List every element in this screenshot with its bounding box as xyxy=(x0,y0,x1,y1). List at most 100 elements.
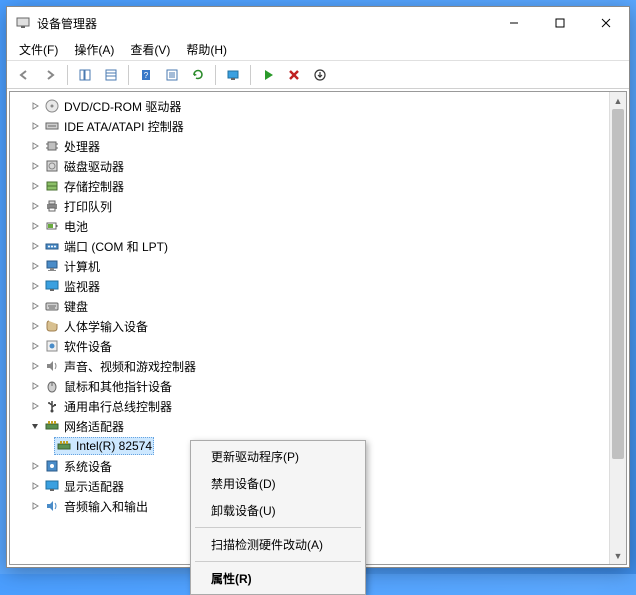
chevron-right-icon[interactable] xyxy=(28,199,42,213)
minimize-button[interactable] xyxy=(491,7,537,39)
chevron-right-icon[interactable] xyxy=(28,259,42,273)
update-button[interactable] xyxy=(308,63,332,87)
tree-item-label: 键盘 xyxy=(64,298,88,315)
tree-item-label: 计算机 xyxy=(64,258,100,275)
chevron-right-icon[interactable] xyxy=(28,319,42,333)
chevron-right-icon[interactable] xyxy=(28,159,42,173)
chevron-right-icon[interactable] xyxy=(28,399,42,413)
scroll-up-button[interactable]: ▲ xyxy=(610,92,626,109)
chevron-right-icon[interactable] xyxy=(28,99,42,113)
tree-item-label: Intel(R) 82574 xyxy=(76,439,152,453)
system-icon xyxy=(44,458,60,474)
tree-item[interactable]: 监视器 xyxy=(10,276,626,296)
menu-action[interactable]: 操作(A) xyxy=(66,39,122,60)
context-menu: 更新驱动程序(P) 禁用设备(D) 卸载设备(U) 扫描检测硬件改动(A) 属性… xyxy=(190,440,366,595)
forward-button[interactable] xyxy=(38,63,62,87)
tree-item[interactable]: IDE ATA/ATAPI 控制器 xyxy=(10,116,626,136)
tree-item[interactable]: 鼠标和其他指针设备 xyxy=(10,376,626,396)
chevron-right-icon[interactable] xyxy=(28,459,42,473)
tree-item[interactable]: DVD/CD-ROM 驱动器 xyxy=(10,96,626,116)
chevron-right-icon[interactable] xyxy=(28,239,42,253)
tree-item[interactable]: 声音、视频和游戏控制器 xyxy=(10,356,626,376)
storage-icon xyxy=(44,178,60,194)
tree-item[interactable]: 端口 (COM 和 LPT) xyxy=(10,236,626,256)
sound-icon xyxy=(44,358,60,374)
refresh-button[interactable] xyxy=(186,63,210,87)
chevron-right-icon[interactable] xyxy=(28,379,42,393)
uninstall-button[interactable] xyxy=(282,63,306,87)
toolbar-separator xyxy=(67,65,68,85)
svg-text:?: ? xyxy=(144,71,149,80)
show-hide-tree-button[interactable] xyxy=(73,63,97,87)
nic-icon xyxy=(56,438,72,454)
tree-item[interactable]: 通用串行总线控制器 xyxy=(10,396,626,416)
cm-properties[interactable]: 属性(R) xyxy=(193,565,363,592)
cm-uninstall-device[interactable]: 卸载设备(U) xyxy=(193,497,363,524)
tree-item-label: 存储控制器 xyxy=(64,178,124,195)
tree-item-label: 系统设备 xyxy=(64,458,112,475)
ide-icon xyxy=(44,118,60,134)
scroll-down-button[interactable]: ▼ xyxy=(610,547,626,564)
cm-separator xyxy=(195,527,361,528)
tree-item-label: IDE ATA/ATAPI 控制器 xyxy=(64,118,184,135)
cm-update-driver[interactable]: 更新驱动程序(P) xyxy=(193,443,363,470)
tree-item-label: 显示适配器 xyxy=(64,478,124,495)
disk-icon xyxy=(44,158,60,174)
chevron-right-icon[interactable] xyxy=(28,179,42,193)
cm-scan-hardware[interactable]: 扫描检测硬件改动(A) xyxy=(193,531,363,558)
tree-item[interactable]: 存储控制器 xyxy=(10,176,626,196)
tree-item-label: 网络适配器 xyxy=(64,418,124,435)
help-button[interactable]: ? xyxy=(134,63,158,87)
tree-item[interactable]: 网络适配器 xyxy=(10,416,626,436)
menu-view[interactable]: 查看(V) xyxy=(122,39,178,60)
chevron-right-icon[interactable] xyxy=(28,359,42,373)
chevron-right-icon[interactable] xyxy=(28,119,42,133)
cpu-icon xyxy=(44,138,60,154)
menu-help[interactable]: 帮助(H) xyxy=(178,39,235,60)
tree-item[interactable]: 电池 xyxy=(10,216,626,236)
port-icon xyxy=(44,238,60,254)
chevron-right-icon[interactable] xyxy=(28,339,42,353)
tree-item[interactable]: 计算机 xyxy=(10,256,626,276)
scroll-thumb[interactable] xyxy=(612,109,624,459)
tree-item[interactable]: 键盘 xyxy=(10,296,626,316)
tree-item-label: 磁盘驱动器 xyxy=(64,158,124,175)
hid-icon xyxy=(44,318,60,334)
chevron-right-icon[interactable] xyxy=(28,279,42,293)
app-icon xyxy=(15,15,31,31)
tree-item[interactable]: 处理器 xyxy=(10,136,626,156)
tree-item-label: 鼠标和其他指针设备 xyxy=(64,378,172,395)
menu-file[interactable]: 文件(F) xyxy=(11,39,66,60)
chevron-right-icon[interactable] xyxy=(28,299,42,313)
toolbar-separator xyxy=(128,65,129,85)
cm-disable-device[interactable]: 禁用设备(D) xyxy=(193,470,363,497)
chevron-right-icon[interactable] xyxy=(28,139,42,153)
titlebar[interactable]: 设备管理器 xyxy=(7,7,629,39)
monitor-icon xyxy=(44,278,60,294)
list-button[interactable] xyxy=(99,63,123,87)
close-button[interactable] xyxy=(583,7,629,39)
chevron-right-icon[interactable] xyxy=(28,499,42,513)
software-icon xyxy=(44,338,60,354)
scroll-track[interactable] xyxy=(610,109,626,547)
enable-button[interactable] xyxy=(256,63,280,87)
maximize-button[interactable] xyxy=(537,7,583,39)
tree-item[interactable]: 磁盘驱动器 xyxy=(10,156,626,176)
tree-item-label: 端口 (COM 和 LPT) xyxy=(64,238,168,255)
properties-button[interactable] xyxy=(160,63,184,87)
chevron-down-icon[interactable] xyxy=(28,419,42,433)
tree-item[interactable]: 软件设备 xyxy=(10,336,626,356)
back-button[interactable] xyxy=(12,63,36,87)
toolbar-separator xyxy=(250,65,251,85)
chevron-right-icon[interactable] xyxy=(28,219,42,233)
tree-item-label: 人体学输入设备 xyxy=(64,318,148,335)
tree-item[interactable]: 人体学输入设备 xyxy=(10,316,626,336)
scan-hardware-button[interactable] xyxy=(221,63,245,87)
tree-item-label: 音频输入和输出 xyxy=(64,498,148,515)
tree-item[interactable]: 打印队列 xyxy=(10,196,626,216)
chevron-right-icon[interactable] xyxy=(28,479,42,493)
battery-icon xyxy=(44,218,60,234)
tree-item-label: 打印队列 xyxy=(64,198,112,215)
tree-item-label: DVD/CD-ROM 驱动器 xyxy=(64,98,181,115)
scrollbar-vertical[interactable]: ▲ ▼ xyxy=(609,92,626,564)
